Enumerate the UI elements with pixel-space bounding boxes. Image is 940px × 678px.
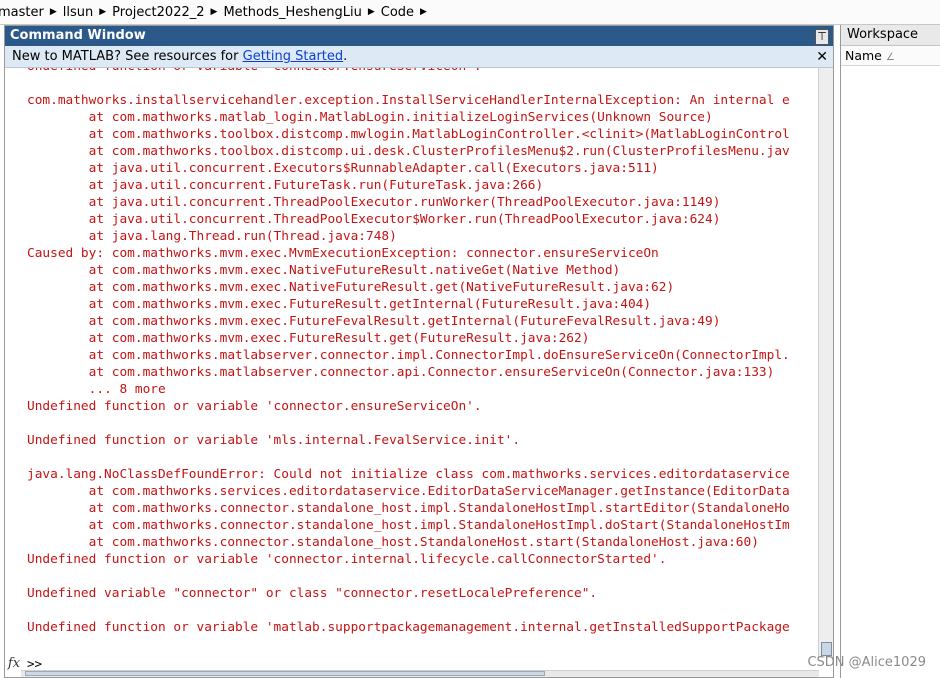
chevron-right-icon[interactable]: ▶ bbox=[368, 7, 375, 17]
fx-icon[interactable]: fx bbox=[5, 656, 23, 671]
output-line: at com.mathworks.matlab_login.MatlabLogi… bbox=[27, 110, 713, 125]
vertical-scrollbar[interactable] bbox=[818, 68, 833, 658]
output-line: at com.mathworks.matlabserver.connector.… bbox=[27, 365, 775, 380]
output-line: at java.util.concurrent.Executors$Runnab… bbox=[27, 161, 659, 176]
chevron-right-icon[interactable]: ▶ bbox=[211, 7, 218, 17]
watermark: CSDN @Alice1029 bbox=[807, 655, 926, 670]
output-line: at com.mathworks.mvm.exec.NativeFutureRe… bbox=[27, 280, 675, 295]
horizontal-scrollbar-thumb[interactable] bbox=[25, 671, 545, 676]
output-line: at com.mathworks.toolbox.distcomp.ui.des… bbox=[27, 144, 790, 159]
output-line: Undefined function or variable 'mls.inte… bbox=[27, 433, 521, 448]
output-line: at com.mathworks.connector.standalone_ho… bbox=[27, 501, 790, 516]
sort-icon[interactable]: ∠ bbox=[886, 52, 895, 63]
output-line: ... 8 more bbox=[27, 382, 166, 397]
output-line: Undefined function or variable 'connecto… bbox=[27, 552, 667, 567]
output-line: Undefined variable "connector" or class … bbox=[27, 586, 598, 601]
command-window-title: Command Window bbox=[5, 26, 833, 46]
command-prompt[interactable]: >> bbox=[27, 656, 42, 671]
output-line: Undefined function or variable 'connecto… bbox=[27, 399, 482, 414]
command-output[interactable]: Undefined function or variable 'connecto… bbox=[27, 68, 817, 652]
chevron-right-icon[interactable]: ▶ bbox=[420, 7, 427, 17]
close-icon[interactable]: ✕ bbox=[816, 46, 828, 68]
output-line: com.mathworks.installservicehandler.exce… bbox=[27, 93, 790, 108]
chevron-right-icon[interactable]: ▶ bbox=[50, 7, 57, 17]
workspace-title: Workspace bbox=[841, 25, 940, 46]
output-line: java.lang.NoClassDefFoundError: Could no… bbox=[27, 467, 790, 482]
undock-button[interactable]: ⊤ bbox=[815, 29, 829, 45]
breadcrumb: master ▶ llsun ▶ Project2022_2 ▶ Methods_He… bbox=[0, 0, 940, 25]
command-window-panel: Command Window ⊤ New to MATLAB? See reso… bbox=[4, 25, 834, 678]
breadcrumb-item-llsun[interactable]: llsun bbox=[57, 5, 93, 20]
output-line: Undefined function or variable 'matlab.s… bbox=[27, 620, 790, 635]
workspace-name-header[interactable]: Name bbox=[845, 48, 882, 63]
output-line: at com.mathworks.connector.standalone_ho… bbox=[27, 518, 790, 533]
output-line: at java.util.concurrent.FutureTask.run(F… bbox=[27, 178, 544, 193]
output-line: Undefined function or variable 'connecto… bbox=[27, 68, 790, 75]
info-text: New to MATLAB? See resources for bbox=[12, 49, 243, 64]
output-lines: Undefined function or variable 'connecto… bbox=[27, 68, 790, 636]
output-line: at com.mathworks.matlabserver.connector.… bbox=[27, 348, 790, 363]
output-line: at com.mathworks.services.editordataserv… bbox=[27, 484, 790, 499]
horizontal-scrollbar[interactable] bbox=[21, 670, 819, 677]
output-line: at java.lang.Thread.run(Thread.java:748) bbox=[27, 229, 397, 244]
output-line: at com.mathworks.mvm.exec.FutureFevalRes… bbox=[27, 314, 721, 329]
info-bar: New to MATLAB? See resources for Getting… bbox=[5, 46, 833, 68]
output-line: at com.mathworks.mvm.exec.FutureResult.g… bbox=[27, 297, 652, 312]
output-line: Caused by: com.mathworks.mvm.exec.MvmExe… bbox=[27, 246, 659, 261]
output-line: at java.util.concurrent.ThreadPoolExecut… bbox=[27, 212, 721, 227]
output-line: at com.mathworks.mvm.exec.FutureResult.g… bbox=[27, 331, 590, 346]
breadcrumb-item-project[interactable]: Project2022_2 bbox=[106, 5, 204, 20]
output-line: at com.mathworks.mvm.exec.NativeFutureRe… bbox=[27, 263, 621, 278]
breadcrumb-item-master[interactable]: master bbox=[0, 5, 44, 20]
getting-started-link[interactable]: Getting Started bbox=[243, 49, 344, 64]
vertical-scrollbar-thumb[interactable] bbox=[821, 642, 832, 656]
info-suffix: . bbox=[343, 49, 348, 64]
output-line: at com.mathworks.connector.standalone_ho… bbox=[27, 535, 759, 550]
output-line: at java.util.concurrent.ThreadPoolExecut… bbox=[27, 195, 721, 210]
output-line: at com.mathworks.toolbox.distcomp.mwlogi… bbox=[27, 127, 790, 142]
workspace-name-column[interactable]: Name ∠ bbox=[841, 46, 940, 66]
breadcrumb-item-code[interactable]: Code bbox=[375, 5, 414, 20]
workspace-panel: Workspace Name ∠ bbox=[840, 25, 940, 678]
chevron-right-icon[interactable]: ▶ bbox=[99, 7, 106, 17]
breadcrumb-item-methods[interactable]: Methods_HeshengLiu bbox=[217, 5, 361, 20]
